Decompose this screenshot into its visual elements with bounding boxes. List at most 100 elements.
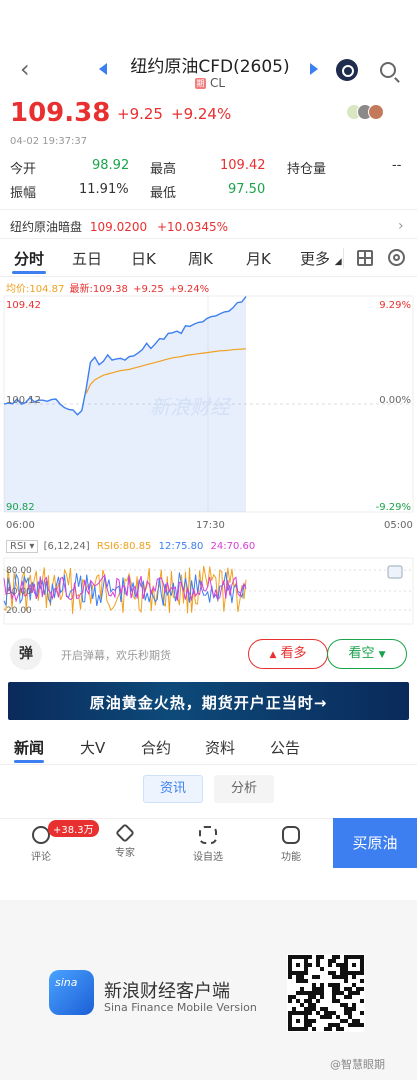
stat-oi-label: 持仓量 — [287, 162, 327, 177]
rsi-level-80: 80.00 — [6, 566, 32, 576]
expert-icon — [115, 823, 135, 843]
news-tab-indicator — [14, 760, 44, 763]
bear-label: 看空 — [348, 646, 375, 661]
dark-pool-price: 109.0200 — [89, 220, 148, 234]
rsi-name: RSI — [10, 541, 27, 552]
chevron-left-icon[interactable]: ‹ — [20, 57, 36, 81]
pct-bottom-label: -9.29% — [376, 502, 411, 513]
divider — [0, 238, 417, 239]
stat-high-label: 最高 — [150, 162, 177, 177]
instrument-code: 期 CL — [120, 76, 300, 90]
rsi12-value: 12:75.80 — [158, 541, 204, 552]
rsi-chart[interactable]: 80.00 50.00 20.00 — [0, 556, 417, 626]
danmu-icon[interactable]: 弹 — [10, 638, 42, 670]
stat-low-value: 97.50 — [228, 182, 266, 197]
rsi6-value: RSI6:80.85 — [96, 541, 152, 552]
stat-open-label: 今开 — [10, 162, 37, 177]
comment-count-badge: +38.3万 — [48, 820, 99, 837]
tab-daily[interactable]: 日K — [131, 248, 156, 269]
triangle-left-icon[interactable] — [99, 63, 107, 75]
add-favorite-button[interactable]: 设自选 — [183, 826, 233, 863]
header: ‹ 纽约原油CFD(2605) 期 CL — [0, 0, 417, 92]
function-label: 功能 — [281, 852, 301, 863]
divider — [0, 209, 417, 210]
avatar — [368, 104, 384, 120]
avatar-group[interactable] — [346, 104, 386, 122]
tab-weekly[interactable]: 周K — [188, 248, 213, 269]
expert-label: 专家 — [115, 848, 135, 859]
tab-contract[interactable]: 合约 — [141, 737, 171, 758]
promo-title: 新浪财经客户端 — [104, 981, 230, 1002]
expert-button[interactable]: 专家 — [100, 823, 150, 859]
danmu-text[interactable]: 开启弹幕，欢乐秒期货 — [61, 647, 171, 663]
pct-mid-label: 0.00% — [379, 395, 411, 406]
divider — [0, 276, 417, 277]
banner-text: 原油黄金火热，期货开户正当时→ — [89, 694, 328, 712]
rsi-selector[interactable]: RSI ▾ — [6, 540, 39, 553]
promo-banner[interactable]: 原油黄金火热，期货开户正当时→ — [8, 682, 409, 720]
add-favorite-label: 设自选 — [193, 852, 223, 863]
stat-amp-value: 11.91% — [79, 182, 129, 197]
tab-more-label: 更多 — [300, 250, 331, 268]
settings-icon[interactable] — [388, 249, 405, 266]
rsi-level-20: 20.00 — [6, 606, 32, 616]
tab-announcement[interactable]: 公告 — [270, 737, 300, 758]
y-mid-label: 100.12 — [6, 395, 41, 406]
divider — [343, 248, 344, 268]
corner-watermark: @智慧眼期 — [330, 1058, 385, 1071]
dark-pool-row[interactable]: 纽约原油暗盘 109.0200 +10.0345% — [10, 218, 228, 235]
y-bottom-label: 90.82 — [6, 502, 35, 513]
dark-pool-label: 纽约原油暗盘 — [10, 220, 83, 234]
bear-button[interactable]: 看空 ▼ — [327, 639, 407, 669]
triangle-right-icon[interactable] — [310, 63, 318, 75]
buy-button[interactable]: 买原油 — [333, 818, 417, 868]
comment-label: 评论 — [31, 852, 51, 863]
bull-label: 看多 — [280, 646, 307, 661]
subtab-info[interactable]: 资讯 — [143, 775, 203, 803]
price-change-pct: +9.24% — [171, 105, 232, 123]
x-label-end: 05:00 — [384, 520, 413, 531]
promo-subtitle: Sina Finance Mobile Version — [104, 1001, 257, 1014]
tab-indicator — [12, 271, 46, 274]
tab-5day[interactable]: 五日 — [72, 248, 102, 269]
stat-amp-label: 振幅 — [10, 186, 37, 201]
tab-more[interactable]: 更多 ◢ — [300, 248, 342, 269]
chevron-right-icon[interactable]: › — [398, 218, 404, 234]
stat-high-value: 109.42 — [220, 158, 266, 173]
price: 109.38 — [10, 98, 111, 128]
arrow-up-icon: ▲ — [269, 650, 277, 660]
price-change: +9.25 — [117, 105, 163, 123]
pct-top-label: 9.29% — [379, 300, 411, 311]
rsi-legend: RSI ▾ [6,12,24] RSI6:80.85 12:75.80 24:7… — [6, 540, 255, 553]
subtab-analysis[interactable]: 分析 — [214, 775, 274, 803]
assistant-icon[interactable] — [336, 59, 358, 81]
bull-button[interactable]: ▲ 看多 — [248, 639, 328, 669]
arrow-down-icon: ▼ — [378, 650, 386, 660]
qr-code — [287, 954, 365, 1032]
grid-layout-icon[interactable] — [357, 250, 373, 266]
sina-app-logo: sina — [49, 970, 94, 1015]
expand-icon — [387, 565, 403, 579]
rsi-level-50: 50.00 — [6, 587, 32, 597]
y-top-label: 109.42 — [6, 300, 41, 311]
stat-low-label: 最低 — [150, 186, 177, 201]
menu-icon — [282, 826, 300, 844]
search-icon[interactable] — [380, 62, 396, 78]
function-button[interactable]: 功能 — [266, 826, 316, 863]
tab-news[interactable]: 新闻 — [14, 737, 44, 758]
intraday-chart[interactable]: 新浪财经 109.42 100.12 90.82 9.29% 0.00% -9.… — [0, 292, 417, 517]
dark-pool-pct: +10.0345% — [156, 220, 229, 234]
tab-intraday[interactable]: 分时 — [14, 248, 44, 269]
tab-profile[interactable]: 资料 — [205, 737, 235, 758]
quote-time: 04-02 19:37:37 — [10, 136, 88, 147]
caret-down-icon: ◢ — [334, 257, 342, 267]
x-label-start: 06:00 — [6, 520, 35, 531]
tab-bigv[interactable]: 大V — [80, 737, 105, 758]
page-title: 纽约原油CFD(2605) — [130, 57, 290, 77]
code-text: CL — [209, 76, 226, 90]
tab-monthly[interactable]: 月K — [246, 248, 271, 269]
futures-badge: 期 — [194, 78, 206, 89]
stat-oi-value: -- — [392, 158, 402, 173]
rsi24-value: 24:70.60 — [210, 541, 256, 552]
add-favorite-icon — [199, 826, 217, 844]
